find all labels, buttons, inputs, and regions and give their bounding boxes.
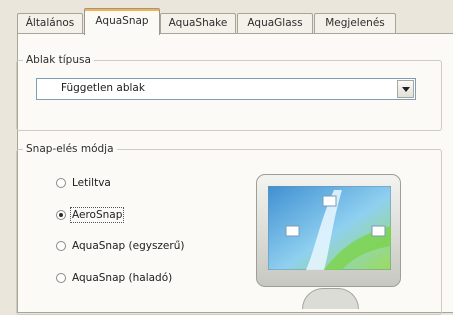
- monitor-preview-icon: [256, 174, 401, 287]
- chevron-down-icon: [401, 86, 410, 92]
- tab-aquasnap[interactable]: AquaSnap: [84, 8, 160, 35]
- radio-aquasnap-advanced[interactable]: AquaSnap (haladó): [56, 270, 172, 286]
- radio-aquasnap-simple[interactable]: AquaSnap (egyszerű): [56, 238, 184, 254]
- radio-label: AeroSnap: [69, 207, 125, 223]
- radio-dot[interactable]: [56, 273, 66, 283]
- window-type-legend: Ablak típusa: [26, 54, 91, 66]
- snap-mode-legend: Snap-elés módja: [26, 143, 114, 155]
- tab-aquaglass[interactable]: AquaGlass: [237, 13, 313, 33]
- tab-altalanos[interactable]: Általános: [17, 13, 83, 33]
- radio-letiltva[interactable]: Letiltva: [56, 175, 111, 191]
- window-type-select[interactable]: Független ablak: [36, 78, 416, 100]
- dropdown-button[interactable]: [397, 80, 414, 98]
- radio-label: Letiltva: [72, 177, 111, 189]
- window-type-value: Független ablak: [61, 82, 145, 94]
- radio-dot[interactable]: [56, 241, 66, 251]
- monitor-stand: [302, 288, 359, 309]
- tab-megjelenes[interactable]: Megjelenés: [314, 13, 396, 33]
- tab-aquashake[interactable]: AquaShake: [160, 13, 236, 33]
- radio-label: AquaSnap (haladó): [72, 272, 173, 284]
- radio-dot[interactable]: [56, 210, 66, 220]
- radio-aerosnap[interactable]: AeroSnap: [56, 207, 125, 223]
- radio-label: AquaSnap (egyszerű): [72, 240, 185, 252]
- monitor-screen: [268, 186, 391, 270]
- radio-dot[interactable]: [56, 178, 66, 188]
